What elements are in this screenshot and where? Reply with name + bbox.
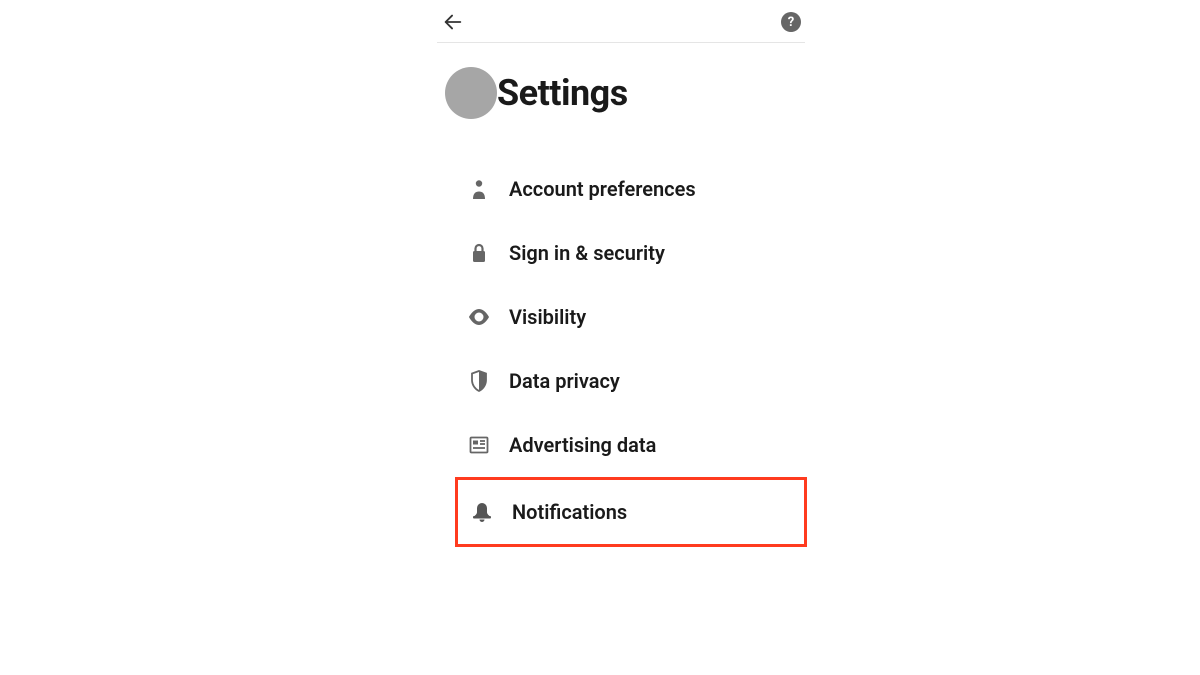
title-row: Settings	[437, 67, 805, 119]
avatar	[445, 67, 497, 119]
arrow-left-icon	[442, 11, 464, 33]
menu-item-label: Data privacy	[509, 369, 620, 393]
menu-item-label: Notifications	[512, 500, 627, 524]
page-title: Settings	[497, 72, 628, 114]
menu-item-visibility[interactable]: Visibility	[461, 285, 801, 349]
back-button[interactable]	[441, 10, 465, 34]
menu-item-advertising-data[interactable]: Advertising data	[461, 413, 801, 477]
bell-icon	[468, 501, 496, 523]
menu-item-label: Account preferences	[509, 177, 696, 201]
menu-item-sign-in-security[interactable]: Sign in & security	[461, 221, 801, 285]
lock-icon	[465, 242, 493, 264]
person-icon	[465, 178, 493, 200]
help-icon: ?	[788, 15, 794, 30]
settings-menu: Account preferences Sign in & security V…	[437, 157, 805, 547]
newspaper-icon	[465, 434, 493, 456]
settings-panel: ? Settings Account preferences Sign	[437, 0, 805, 547]
menu-item-data-privacy[interactable]: Data privacy	[461, 349, 801, 413]
eye-icon	[465, 306, 493, 328]
menu-item-label: Visibility	[509, 305, 586, 329]
menu-item-account-preferences[interactable]: Account preferences	[461, 157, 801, 221]
help-button[interactable]: ?	[781, 12, 801, 32]
shield-icon	[465, 370, 493, 392]
menu-item-label: Advertising data	[509, 433, 656, 457]
menu-item-label: Sign in & security	[509, 241, 665, 265]
top-bar: ?	[437, 0, 805, 43]
menu-item-notifications[interactable]: Notifications	[455, 477, 807, 547]
